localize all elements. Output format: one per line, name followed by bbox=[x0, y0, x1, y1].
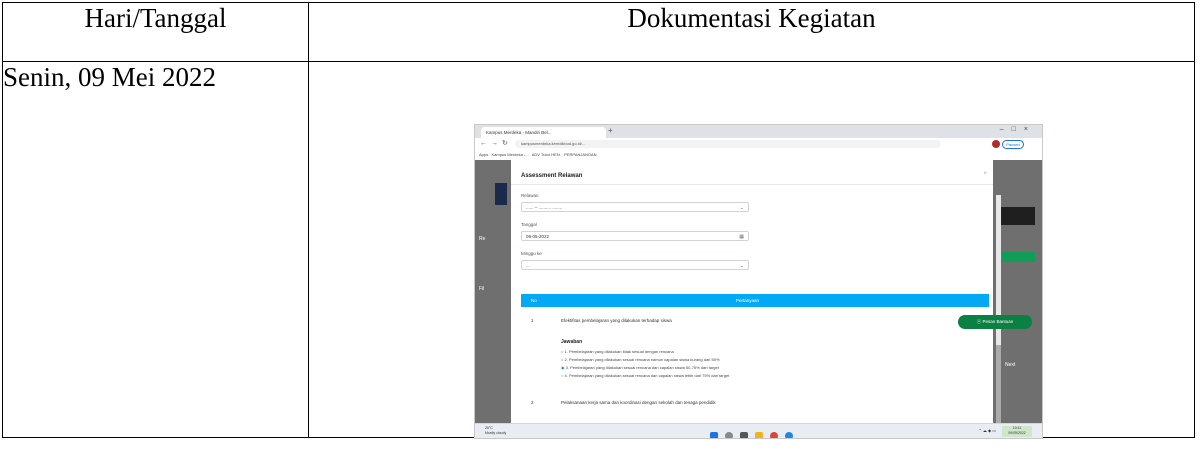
url-field[interactable]: kampusmerdeka.kemdikbud.go.id/... bbox=[515, 140, 941, 148]
page-green-button[interactable] bbox=[997, 252, 1035, 262]
browser-tabbar: Kampus Merdeka - Mandiri Bel... + –□× bbox=[475, 125, 1042, 138]
question-text: Pelaksanaan kerja sama dan koordinasi de… bbox=[561, 400, 716, 405]
bookmark-item[interactable]: PERPANJANGAN bbox=[564, 152, 596, 157]
next-label[interactable]: Next bbox=[1005, 362, 1015, 368]
field-label: Minggu ke bbox=[521, 251, 542, 256]
chrome-icon[interactable] bbox=[770, 432, 778, 438]
page-block bbox=[495, 183, 507, 205]
clock[interactable]: 10:11 09/05/2022 bbox=[1002, 426, 1032, 437]
date-cell: Senin, 09 Mei 2022 bbox=[2, 61, 309, 438]
answer-option[interactable]: ○ 2. Pembelajaran yang dilakukan sesuai … bbox=[561, 357, 720, 362]
header-date: Hari/Tanggal bbox=[2, 2, 309, 62]
file-explorer-icon[interactable] bbox=[755, 432, 763, 438]
activity-screenshot: Kampus Merdeka - Mandiri Bel... + –□× ←→… bbox=[475, 125, 1042, 438]
windows-start-icon[interactable] bbox=[710, 432, 718, 438]
bookmark-item[interactable]: ADV Tutor HEN. bbox=[532, 152, 561, 157]
window-controls-icon[interactable]: –□× bbox=[1000, 126, 1036, 133]
assessment-modal: Assessment Relawan × Relawan ...... – ..… bbox=[511, 160, 993, 423]
page-background: Re Fil Next Assessment Relawan × Relawan… bbox=[475, 160, 1042, 438]
side-label: Fil bbox=[479, 286, 485, 292]
answer-option[interactable]: ○ 4. Pembelajaran yang dilakukan sesuai … bbox=[561, 373, 729, 378]
taskbar-apps bbox=[710, 427, 800, 438]
bookmark-item[interactable]: Kampus Merdeka -... bbox=[491, 152, 528, 157]
task-view-icon[interactable] bbox=[740, 432, 748, 438]
answer-label: Jawaban bbox=[561, 339, 583, 345]
relawan-select[interactable]: ...... – .......... ........ ⌄ bbox=[521, 202, 749, 212]
question-number: 1 bbox=[531, 318, 534, 323]
close-icon[interactable]: × bbox=[983, 171, 987, 177]
weather-widget[interactable]: 26°C Mostly cloudy bbox=[485, 426, 506, 436]
column-header: No bbox=[531, 298, 537, 303]
field-value: ... bbox=[526, 263, 530, 268]
question-table-header: No Pertanyaan bbox=[521, 294, 989, 307]
system-tray[interactable]: ⌃ ☁ ◆ ▭ bbox=[978, 428, 996, 433]
search-icon[interactable] bbox=[725, 432, 733, 438]
tanggal-input[interactable]: 09-05-2022 ▦ bbox=[521, 231, 749, 241]
answer-option[interactable]: ○ 1. Pembelajaran yang dilakukan tidak s… bbox=[561, 349, 674, 354]
avatar[interactable] bbox=[992, 140, 1000, 148]
navigation-icons[interactable]: ←→↻ bbox=[480, 139, 512, 147]
side-label: Re bbox=[479, 236, 486, 242]
question-text: Efektifitas pembelajaran yang dilakukan … bbox=[561, 318, 672, 323]
page-block bbox=[997, 207, 1035, 225]
bookmark-item[interactable]: Apps bbox=[479, 152, 488, 157]
chevron-down-icon: ⌄ bbox=[739, 205, 744, 211]
question-number: 2 bbox=[531, 400, 534, 405]
calendar-icon: ▦ bbox=[739, 234, 744, 240]
column-header: Pertanyaan bbox=[736, 298, 760, 303]
field-label: Tanggal bbox=[521, 222, 537, 227]
modal-title: Assessment Relawan bbox=[521, 173, 583, 179]
minggu-select[interactable]: ... ⌄ bbox=[521, 260, 749, 270]
help-message-button[interactable]: ⓧ Pesan Bantuan bbox=[958, 315, 1032, 329]
answer-option-selected[interactable]: ◉ 3. Pembelajaran yang dilakukan sesuai … bbox=[561, 365, 719, 370]
edge-icon[interactable] bbox=[785, 432, 793, 438]
header-documentation: Dokumentasi Kegiatan bbox=[308, 2, 1195, 62]
new-tab-icon[interactable]: + bbox=[608, 126, 613, 135]
profile-button[interactable]: Paused bbox=[1002, 140, 1024, 149]
chevron-down-icon: ⌄ bbox=[739, 263, 744, 269]
field-value: 09-05-2022 bbox=[526, 234, 550, 239]
browser-tab[interactable]: Kampus Merdeka - Mandiri Bel... bbox=[481, 127, 606, 138]
field-label: Relawan bbox=[521, 193, 539, 198]
windows-taskbar: 26°C Mostly cloudy ⌃ ☁ ◆ ▭ 10:11 09/05/2… bbox=[475, 423, 1042, 438]
field-value: ...... – .......... ........ bbox=[526, 205, 563, 210]
divider bbox=[511, 184, 993, 185]
